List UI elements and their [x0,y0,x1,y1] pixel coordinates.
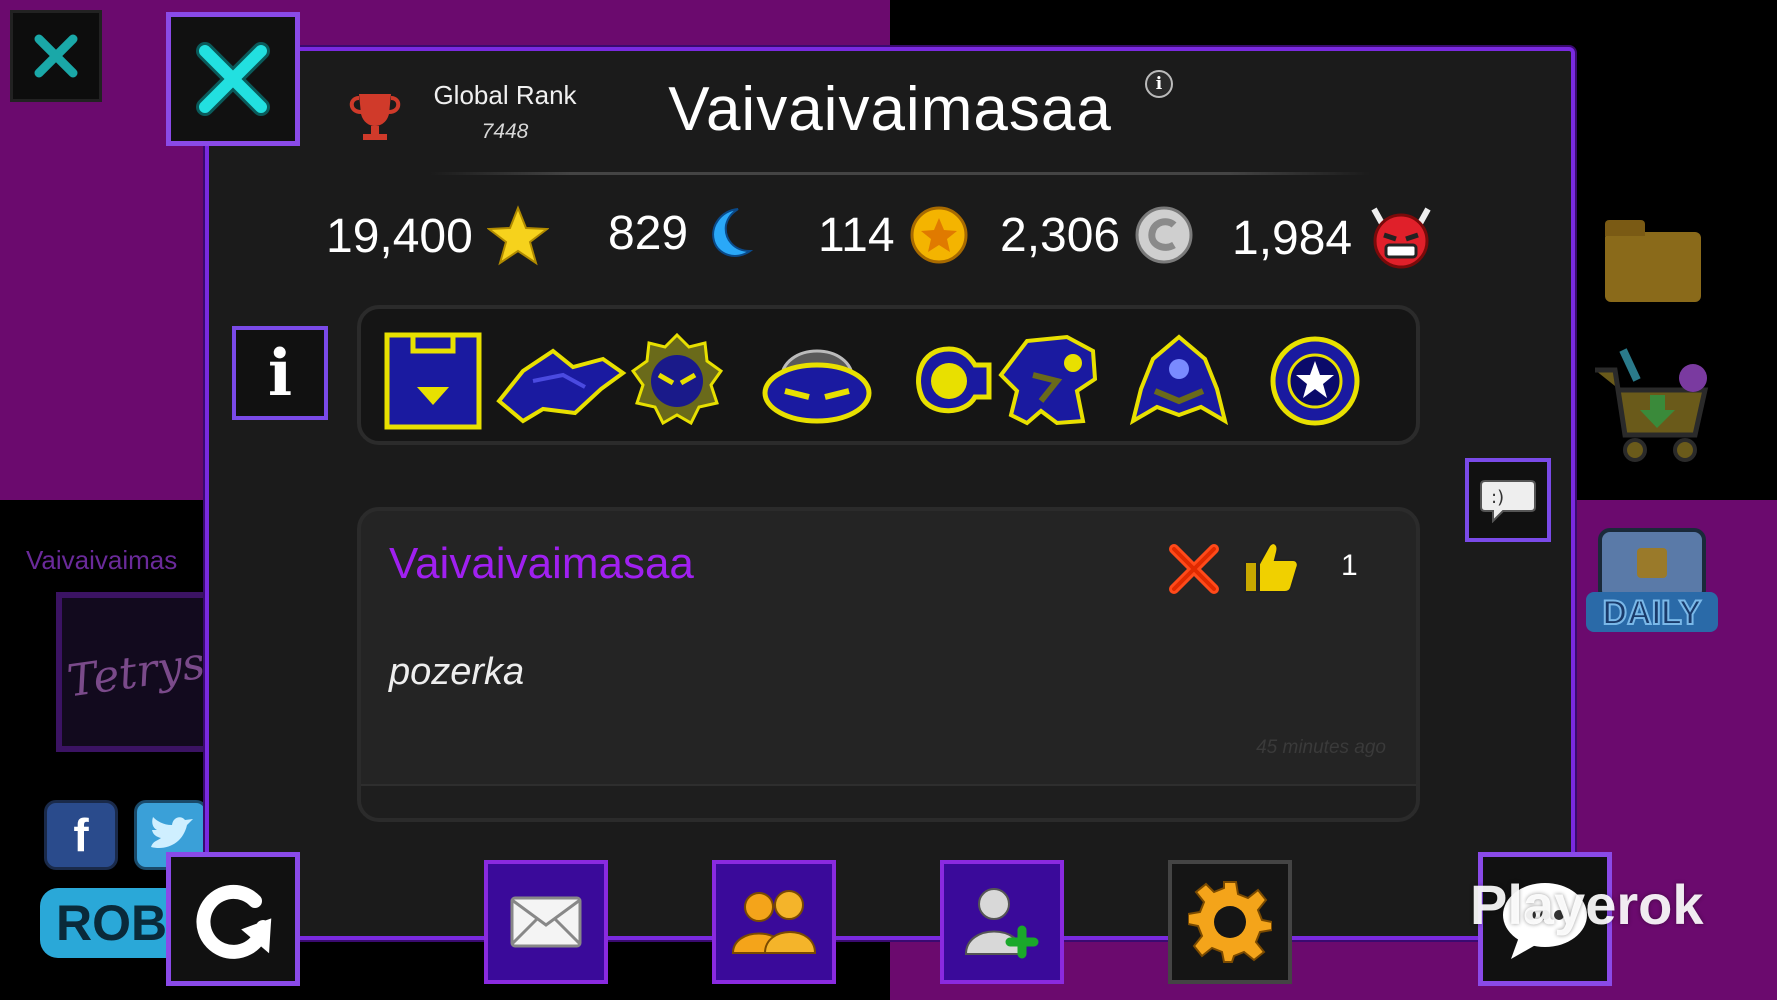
folder-icon [1605,220,1701,302]
svg-text::): :) [1491,487,1504,508]
comment-bubble-icon: :) [1480,480,1536,523]
divider [430,172,1370,175]
settings-button[interactable] [1168,860,1292,984]
demon-icon [1371,207,1431,269]
ball-icon[interactable] [631,331,723,431]
info-icon[interactable]: i [1145,70,1173,98]
thumbs-up-icon[interactable] [1239,536,1299,596]
close-button[interactable] [166,12,300,146]
comment-text: pozerka [389,651,525,693]
swing-icon[interactable] [1269,331,1361,431]
star-icon [486,205,549,266]
ship-icon[interactable] [493,331,629,431]
shop-cart-icon [1595,348,1709,462]
secret-coin-icon [910,206,968,264]
comment-card: Vaivaivaimasaa 1 pozerka 45 minutes ago [357,507,1420,822]
stat-demons-value: 1,984 [1232,211,1353,265]
stat-user-coins-value: 2,306 [1000,208,1121,262]
svg-text:DAILY: DAILY [1603,594,1702,632]
global-rank-value: 7448 [481,120,529,143]
info-icon: i [267,335,293,411]
stat-secret-coins-value: 114 [818,208,895,262]
comment-author[interactable]: Vaivaivaimasaa [389,539,694,589]
comment-like-count: 1 [1341,549,1358,582]
watermark: Playerok [1470,873,1704,936]
stat-demons: 1,984 [1232,205,1436,271]
stat-user-coins: 2,306 [1000,205,1194,265]
add-friend-button[interactable] [940,860,1064,984]
close-icon [34,34,78,78]
add-user-icon [964,888,1039,959]
stat-moons-value: 829 [608,206,689,260]
player-name: Vaivaivaimasaa [668,75,1112,144]
wave-icon[interactable] [909,331,993,431]
icons-info-button[interactable]: i [232,326,328,420]
user-coin-icon [1135,206,1193,264]
global-rank-label: Global Rank [433,80,577,110]
gear-icon [1188,881,1272,963]
icon-set-box [357,305,1420,445]
background-logo-text: Tetrys [64,637,208,707]
robot-icon[interactable] [997,331,1101,431]
stat-moons: 829 [608,205,758,261]
refresh-button[interactable] [166,852,300,986]
friends-button[interactable] [712,860,836,984]
background-close-button [10,10,102,102]
friends-icon [731,890,817,954]
stat-secret-coins: 114 [818,205,969,265]
daily-chest-icon: DAILY [1586,528,1718,633]
facebook-icon: f [73,809,89,861]
background-username: Vaivaivaimas [26,545,178,575]
add-comment-button[interactable]: :) [1465,458,1551,542]
facebook-button: f [44,800,118,870]
delete-icon[interactable] [1166,541,1222,597]
moon-icon [712,208,754,257]
close-icon [196,42,270,116]
spider-icon[interactable] [1125,331,1233,431]
cube-icon[interactable] [383,331,483,431]
background-logo: Tetrys [56,592,216,752]
stat-stars: 19,400 [326,205,549,267]
comment-timestamp: 45 minutes ago [1256,737,1386,758]
trophy-icon [349,94,401,140]
game-screen: Vaivaivaimas Tetrys f ROB DAILY Global R… [0,0,1777,1000]
messages-button[interactable] [484,860,608,984]
ufo-icon[interactable] [761,331,873,431]
envelope-icon [510,896,582,948]
stat-stars-value: 19,400 [326,209,473,263]
refresh-icon [196,884,272,959]
